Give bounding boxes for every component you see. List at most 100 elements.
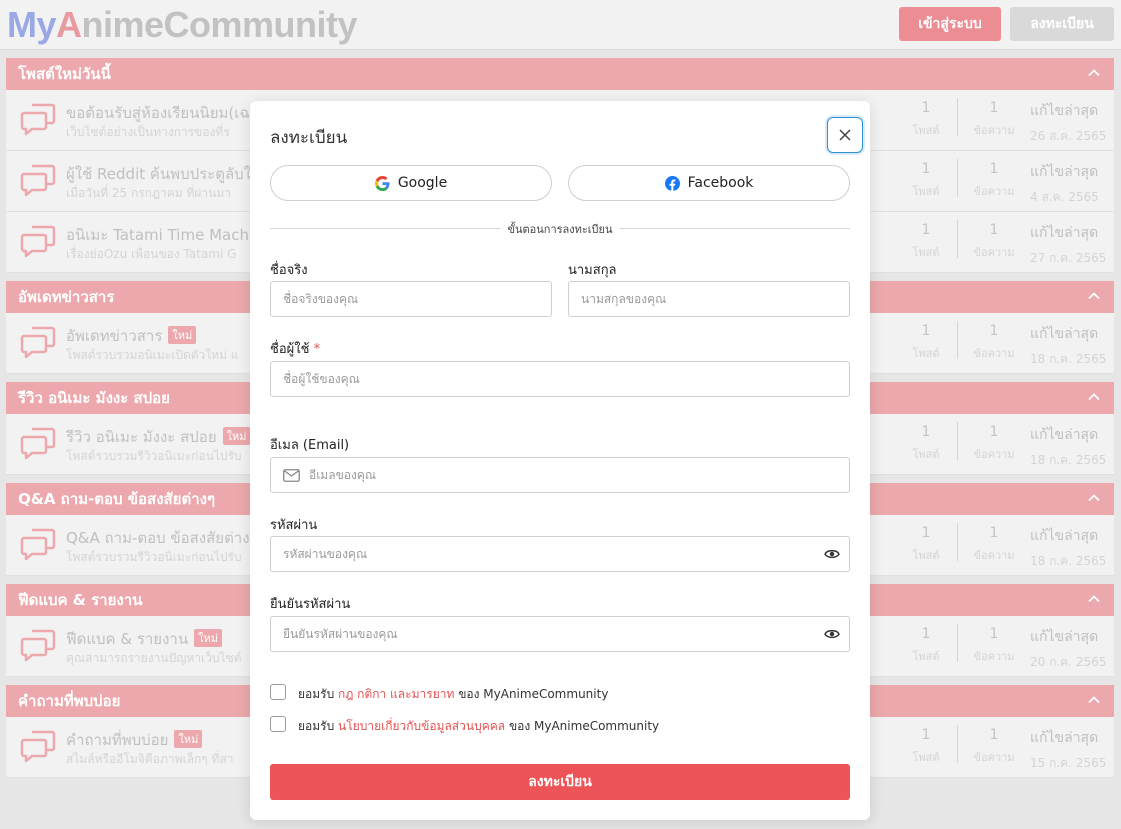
messages-label: ข้อความ: [973, 246, 1015, 259]
chevron-up-icon[interactable]: [1088, 694, 1100, 706]
chat-bubble-icon: [20, 164, 56, 197]
first-name-label: ชื่อจริง: [270, 263, 308, 278]
privacy-suffix: ของ MyAnimeCommunity: [508, 719, 660, 733]
last-name-label: นามสกุล: [568, 263, 617, 278]
row-title[interactable]: อนิเมะ Tatami Time Machin: [66, 223, 263, 247]
password-input[interactable]: รหัสผ่านของคุณ: [270, 536, 850, 572]
row-icon-wrap: [20, 426, 56, 460]
chevron-up-icon[interactable]: [1088, 290, 1100, 302]
posts-count: 1: [921, 161, 931, 177]
facebook-signup-button[interactable]: Facebook: [568, 165, 850, 201]
first-name-input[interactable]: ชื่อจริงของคุณ: [270, 281, 552, 317]
posts-label: โพสต์: [912, 246, 940, 259]
row-description: เรื่องย่อOzu เพื่อนของ Tatami G: [66, 247, 237, 261]
messages-count: 1: [989, 222, 999, 238]
eye-icon[interactable]: [824, 548, 840, 560]
divider-label: ขั้นตอนการลงทะเบียน: [500, 223, 620, 236]
messages-count: 1: [989, 424, 999, 440]
messages-stat: 1 ข้อความ: [964, 424, 1024, 463]
google-label: Google: [397, 175, 448, 191]
divider-text: ขั้นตอนการลงทะเบียน: [250, 220, 870, 238]
site-logo[interactable]: MyAnimeCommunity: [7, 4, 358, 46]
row-title[interactable]: ขอต้อนรับสู่ห้องเรียนนิยม(เฉ: [66, 101, 250, 125]
mail-icon: [283, 468, 300, 482]
messages-stat: 1 ข้อความ: [964, 161, 1024, 200]
last-edited-date: 20 ก.ค. 2565: [1030, 655, 1107, 669]
chevron-up-icon[interactable]: [1088, 391, 1100, 403]
login-button[interactable]: เข้าสู่ระบบ: [899, 7, 1001, 41]
last-edited-date: 15 ก.ค. 2565: [1030, 756, 1107, 770]
messages-stat: 1 ข้อความ: [964, 323, 1024, 362]
row-icon-wrap: [20, 224, 56, 258]
username-label: ชื่อผู้ใช้ *: [270, 338, 320, 359]
close-button[interactable]: [827, 117, 863, 153]
privacy-checkbox[interactable]: [270, 716, 286, 732]
chevron-up-icon[interactable]: [1088, 67, 1100, 79]
last-edited-label: แก้ไขล่าสุด: [1030, 225, 1099, 241]
privacy-text: ยอมรับ นโยบายเกี่ยวกับข้อมูลส่วนบุคคล ขอ…: [298, 717, 659, 736]
chat-bubble-icon: [20, 528, 56, 561]
email-label: อีเมล (Email): [270, 438, 350, 453]
section-header[interactable]: โพสต์ใหม่วันนี้: [6, 58, 1114, 90]
privacy-link[interactable]: นโยบายเกี่ยวกับข้อมูลส่วนบุคคล: [338, 719, 505, 733]
row-title-text: อัพเดทข่าวสาร: [66, 327, 163, 345]
terms-checkbox[interactable]: [270, 684, 286, 700]
posts-label: โพสต์: [912, 185, 940, 198]
row-title[interactable]: อัพเดทข่าวสาร ใหม่: [66, 324, 197, 348]
row-icon-wrap: [20, 628, 56, 662]
facebook-label: Facebook: [687, 175, 754, 191]
confirm-password-input[interactable]: ยืนยันรหัสผ่านของคุณ: [270, 616, 850, 652]
new-badge: ใหม่: [168, 326, 197, 344]
submit-register-button[interactable]: ลงทะเบียน: [270, 764, 850, 800]
section-title: ฟีดแบค & รายงาน: [18, 591, 143, 609]
stat-divider: [957, 725, 958, 763]
eye-icon[interactable]: [824, 628, 840, 640]
required-marker: *: [313, 342, 321, 357]
row-title[interactable]: รีวิว อนิเมะ มังงะ สปอย ใหม่: [66, 425, 251, 449]
chat-bubble-icon: [20, 225, 56, 258]
google-signup-button[interactable]: Google: [270, 165, 552, 201]
messages-count: 1: [989, 323, 999, 339]
stat-divider: [957, 98, 958, 136]
email-input[interactable]: อีเมลของคุณ: [270, 457, 850, 493]
register-button[interactable]: ลงทะเบียน: [1010, 7, 1114, 41]
posts-stat: 1 โพสต์: [896, 323, 956, 362]
chevron-up-icon[interactable]: [1088, 492, 1100, 504]
row-description: เมื่อวันที่ 25 กรกฎาคม ที่ผ่านมา: [66, 186, 232, 200]
messages-label: ข้อความ: [973, 124, 1015, 137]
last-edited-label: แก้ไขล่าสุด: [1030, 164, 1099, 180]
messages-label: ข้อความ: [973, 448, 1015, 461]
last-edited: แก้ไขล่าสุด 18 ก.ค. 2565: [1030, 525, 1106, 571]
facebook-icon: [664, 175, 680, 191]
password-label: รหัสผ่าน: [270, 518, 318, 533]
messages-count: 1: [989, 100, 999, 116]
posts-stat: 1 โพสต์: [896, 424, 956, 463]
row-title[interactable]: Q&A ถาม-ตอบ ข้อสงสัยต่าง: [66, 526, 250, 550]
terms-link[interactable]: กฎ กติกา และมารยาท: [338, 687, 454, 701]
row-description: โพสต์รวบรวมรีวิวอนิเมะก่อนไปรับ: [66, 550, 242, 564]
last-edited-label: แก้ไขล่าสุด: [1030, 730, 1099, 746]
posts-count: 1: [921, 100, 931, 116]
messages-stat: 1 ข้อความ: [964, 100, 1024, 139]
stat-divider: [957, 523, 958, 561]
row-title[interactable]: ฟีดแบค & รายงาน ใหม่: [66, 627, 222, 651]
stat-divider: [957, 321, 958, 359]
chat-bubble-icon: [20, 629, 56, 662]
last-edited-date: 4 ส.ค. 2565: [1030, 190, 1099, 204]
google-icon: [374, 175, 390, 191]
posts-count: 1: [921, 222, 931, 238]
row-title[interactable]: ผู้ใช้ Reddit ค้นพบประตูลับใ: [66, 162, 251, 186]
row-title[interactable]: คำถามที่พบบ่อย ใหม่: [66, 728, 203, 752]
new-badge: ใหม่: [174, 730, 203, 748]
row-icon-wrap: [20, 102, 56, 136]
chevron-up-icon[interactable]: [1088, 593, 1100, 605]
stat-divider: [957, 220, 958, 258]
row-description: โพสต์รวบรวมรีวิวอนิเมะก่อนไปรับ: [66, 449, 242, 463]
password-placeholder: รหัสผ่านของคุณ: [283, 546, 368, 561]
row-icon-wrap: [20, 527, 56, 561]
username-input[interactable]: ชื่อผู้ใช้ของคุณ: [270, 361, 850, 397]
last-name-input[interactable]: นามสกุลของคุณ: [568, 281, 850, 317]
posts-stat: 1 โพสต์: [896, 161, 956, 200]
messages-count: 1: [989, 727, 999, 743]
privacy-prefix: ยอมรับ: [298, 719, 335, 733]
